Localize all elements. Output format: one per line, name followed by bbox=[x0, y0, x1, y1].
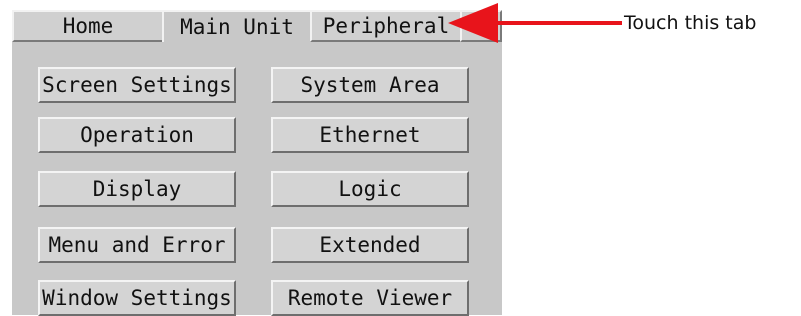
annotation-text: Touch this tab bbox=[624, 12, 757, 34]
pointer-arrow-icon bbox=[448, 3, 622, 43]
